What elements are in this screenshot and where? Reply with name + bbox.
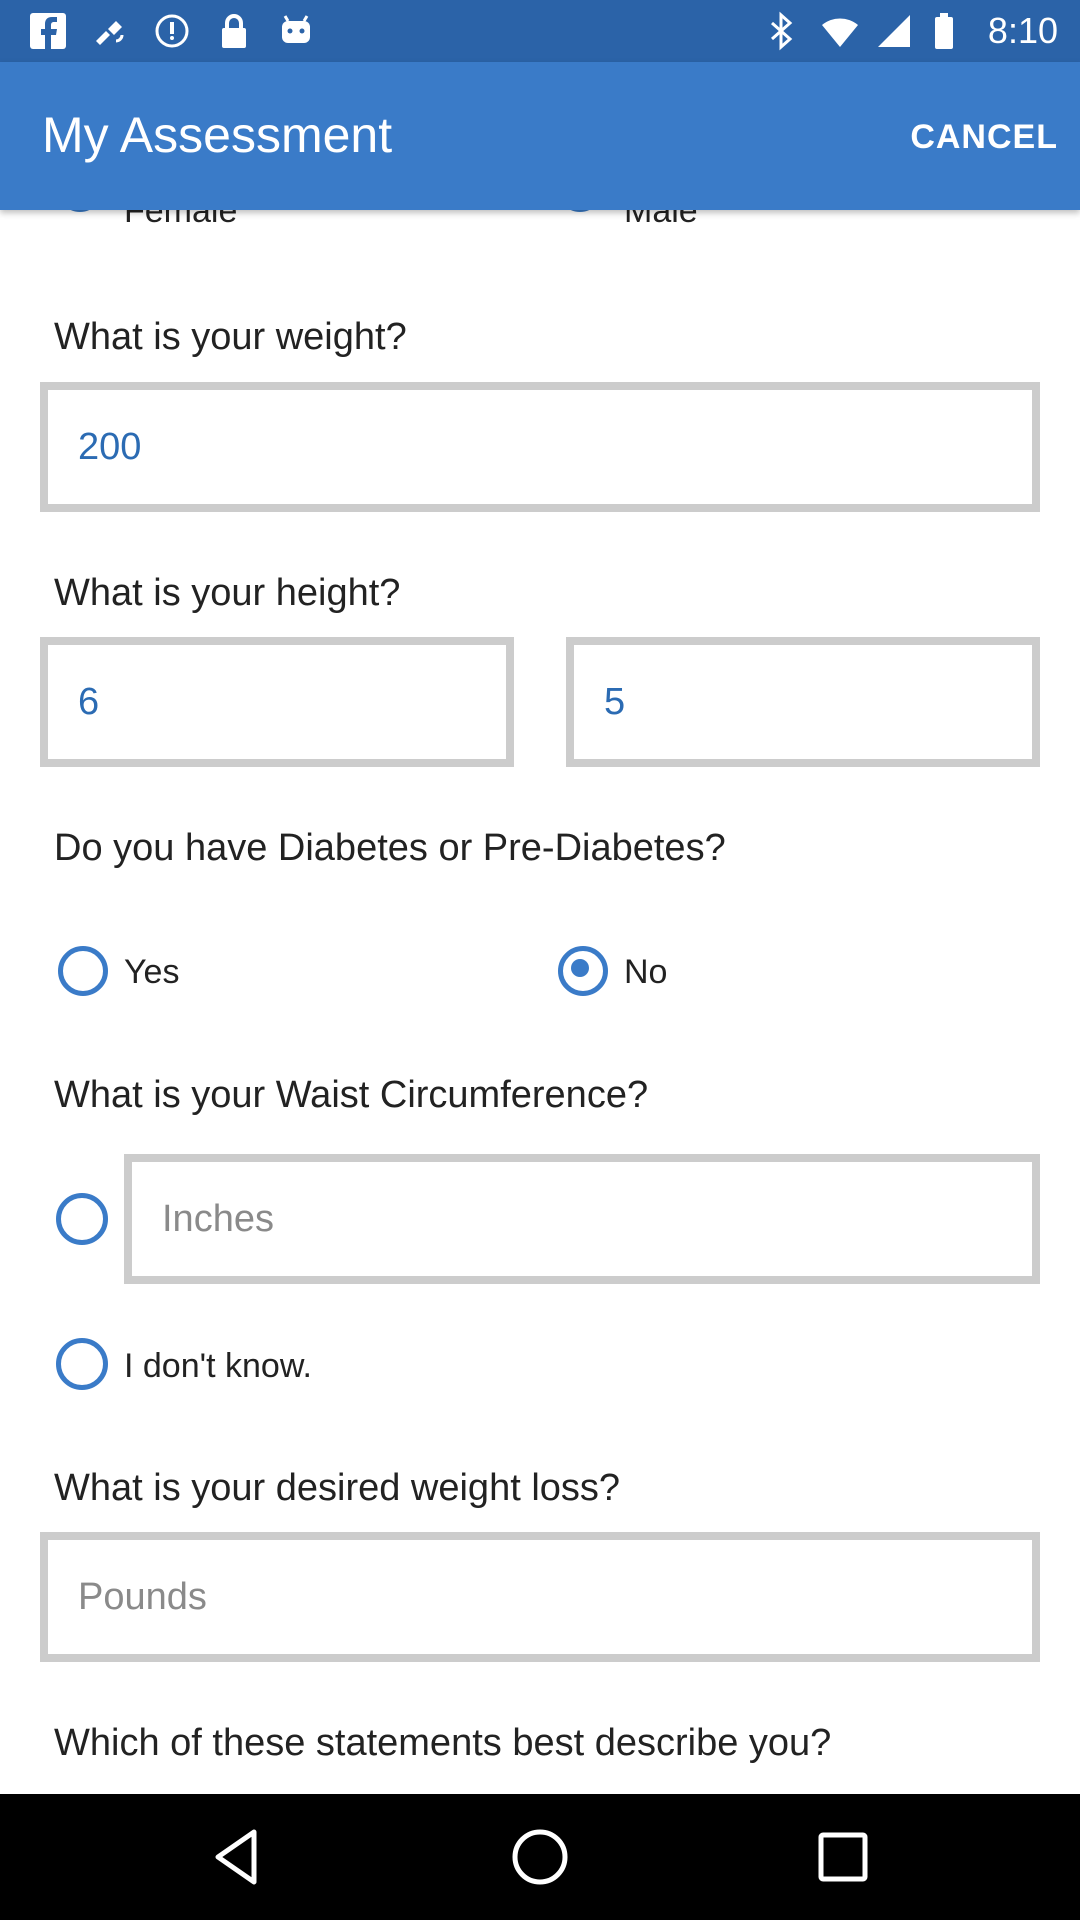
weight-value: 200	[78, 425, 142, 468]
waist-dont-know-label: I don't know.	[124, 1347, 312, 1385]
statements-question: Which of these statements best describe …	[54, 1722, 832, 1764]
fake-gps-icon	[90, 11, 130, 51]
android-icon	[276, 11, 316, 51]
radio-diabetes-yes[interactable]	[58, 946, 108, 996]
home-icon[interactable]	[507, 1824, 573, 1890]
navigation-bar	[0, 1794, 1080, 1920]
bluetooth-icon	[764, 11, 798, 51]
height-inches-field[interactable]: 5	[566, 637, 1040, 767]
lock-icon	[214, 11, 254, 51]
waist-placeholder: Inches	[162, 1197, 274, 1240]
diabetes-yes-label: Yes	[124, 953, 180, 991]
alarm-icon	[152, 11, 192, 51]
male-label: Male	[624, 210, 698, 230]
wifi-icon	[820, 11, 858, 51]
female-label: Female	[124, 210, 238, 230]
height-feet-value: 6	[78, 680, 100, 723]
battery-icon	[932, 11, 966, 51]
page-title: My Assessment	[42, 107, 393, 163]
height-question: What is your height?	[54, 572, 401, 614]
weight-loss-question: What is your desired weight loss?	[54, 1467, 621, 1509]
waist-inches-field[interactable]: Inches	[124, 1154, 1040, 1284]
weight-loss-placeholder: Pounds	[78, 1575, 207, 1618]
signal-icon	[876, 11, 910, 51]
status-bar: 8:10	[0, 0, 1080, 62]
app-bar: My Assessment CANCEL	[0, 62, 1080, 210]
height-feet-field[interactable]: 6	[40, 637, 514, 767]
cancel-button[interactable]: CANCEL	[910, 118, 1058, 157]
weight-field[interactable]: 200	[40, 382, 1040, 512]
assessment-form[interactable]: Female Male What is your weight? 200 Wha…	[0, 210, 1080, 1794]
radio-diabetes-no[interactable]	[558, 946, 608, 996]
back-icon[interactable]	[204, 1824, 270, 1890]
recents-icon[interactable]	[810, 1824, 876, 1890]
facebook-icon	[28, 11, 68, 51]
radio-waist-dont-know[interactable]	[56, 1338, 108, 1390]
weight-loss-field[interactable]: Pounds	[40, 1532, 1040, 1662]
radio-waist-inches[interactable]	[56, 1193, 108, 1245]
weight-question: What is your weight?	[54, 316, 407, 358]
diabetes-question: Do you have Diabetes or Pre-Diabetes?	[54, 827, 726, 869]
waist-question: What is your Waist Circumference?	[54, 1074, 649, 1116]
radio-male[interactable]	[558, 210, 602, 212]
radio-female[interactable]	[58, 210, 102, 212]
clock: 8:10	[987, 10, 1058, 51]
diabetes-no-label: No	[624, 953, 668, 991]
height-inches-value: 5	[604, 680, 626, 723]
